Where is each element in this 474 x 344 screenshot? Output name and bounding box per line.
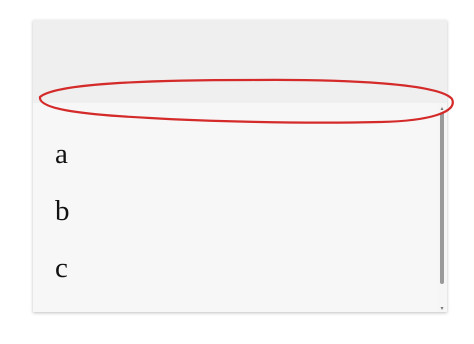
list-item-b[interactable]: b: [55, 194, 70, 228]
dropdown-list[interactable]: a b c d: [33, 103, 437, 312]
list-item-a[interactable]: a: [55, 137, 68, 171]
scroll-down-arrow-icon[interactable]: ▾: [439, 306, 445, 312]
dropdown-header-area: [33, 20, 447, 103]
scroll-thumb[interactable]: [440, 112, 444, 284]
vertical-scrollbar[interactable]: ▴ ▾: [439, 106, 445, 312]
list-item-d[interactable]: d: [55, 308, 70, 312]
dropdown-window: a b c d ▴ ▾: [33, 20, 447, 312]
list-item-c[interactable]: c: [55, 251, 68, 285]
